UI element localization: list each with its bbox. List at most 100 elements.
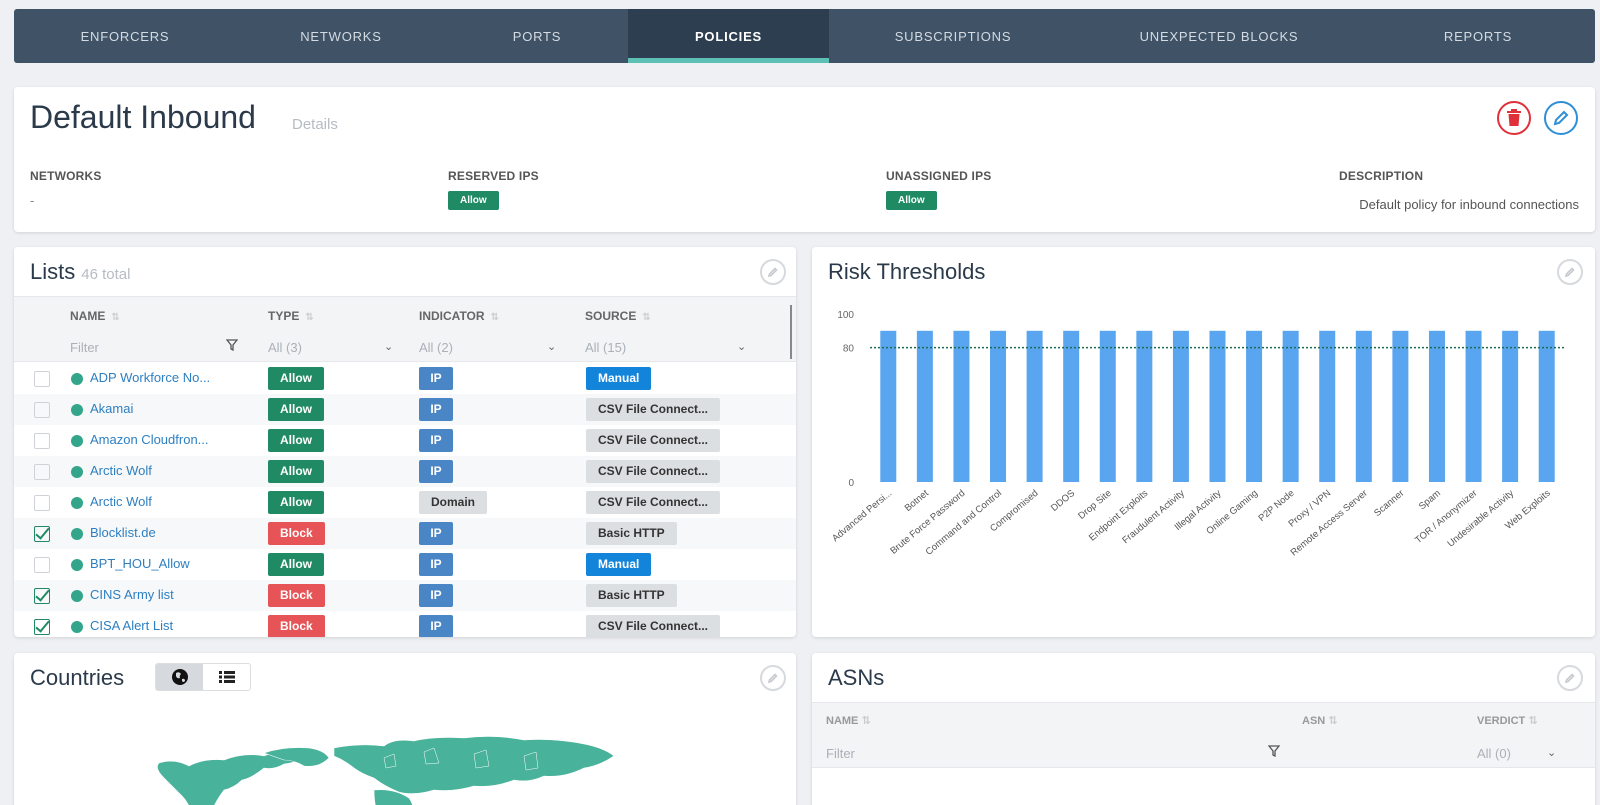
tab-subscriptions[interactable]: SUBSCRIPTIONS bbox=[829, 9, 1077, 63]
scrollbar[interactable] bbox=[790, 305, 792, 359]
table-row[interactable]: CINS Army list Block IP Basic HTTP bbox=[14, 580, 796, 611]
indicator-badge: IP bbox=[419, 553, 453, 576]
description-value: Default policy for inbound connections bbox=[1359, 197, 1579, 212]
filter-icon[interactable] bbox=[1268, 745, 1280, 757]
col-name[interactable]: NAME ⇅ bbox=[70, 309, 120, 323]
type-filter-select[interactable]: All (3) ⌄ bbox=[268, 340, 396, 355]
chart-bar bbox=[1319, 330, 1336, 482]
tab-policies[interactable]: POLICIES bbox=[628, 9, 829, 63]
lists-edit-icon[interactable] bbox=[760, 259, 786, 285]
verdict-filter-value: All (0) bbox=[1477, 746, 1511, 761]
globe-icon[interactable] bbox=[156, 664, 203, 690]
tab-networks[interactable]: NETWORKS bbox=[236, 9, 446, 63]
sort-icon: ⇅ bbox=[111, 312, 120, 323]
tab-ports[interactable]: PORTS bbox=[446, 9, 628, 63]
tab-reports[interactable]: REPORTS bbox=[1361, 9, 1595, 63]
unassigned-ips-badge: Allow bbox=[886, 191, 937, 210]
unassigned-ips-label: UNASSIGNED IPS bbox=[886, 169, 992, 183]
name-filter-input[interactable]: Filter bbox=[70, 340, 240, 355]
table-row[interactable]: Arctic Wolf Allow IP CSV File Connect... bbox=[14, 456, 796, 487]
x-tick-label: Fraudulent Activity bbox=[1120, 488, 1187, 546]
countries-edit-icon[interactable] bbox=[760, 665, 786, 691]
chart-bar bbox=[1538, 330, 1555, 482]
chart-bar bbox=[1063, 330, 1080, 482]
list-name-link[interactable]: Akamai bbox=[90, 401, 133, 416]
reserved-ips-badge: Allow bbox=[448, 191, 499, 210]
list-name-link[interactable]: CINS Army list bbox=[90, 587, 174, 602]
list-name-link[interactable]: CISA Alert List bbox=[90, 618, 173, 633]
details-link[interactable]: Details bbox=[292, 116, 338, 133]
verdict-filter-select[interactable]: All (0) ⌄ bbox=[1477, 746, 1557, 761]
chart-bar bbox=[1136, 330, 1153, 482]
type-badge: Block bbox=[268, 584, 325, 607]
risk-edit-icon[interactable] bbox=[1557, 259, 1583, 285]
networks-label: NETWORKS bbox=[30, 169, 102, 183]
filter-icon[interactable] bbox=[226, 339, 238, 351]
table-row[interactable]: Amazon Cloudfron... Allow IP CSV File Co… bbox=[14, 425, 796, 456]
list-name-link[interactable]: Arctic Wolf bbox=[90, 494, 152, 509]
trash-icon[interactable] bbox=[1497, 101, 1531, 135]
row-checkbox[interactable] bbox=[34, 371, 50, 387]
list-icon[interactable] bbox=[203, 664, 250, 690]
y-tick-label: 80 bbox=[843, 344, 855, 355]
status-dot bbox=[71, 559, 83, 571]
indicator-badge: IP bbox=[419, 398, 453, 421]
tab-unexpected-blocks[interactable]: UNEXPECTED BLOCKS bbox=[1077, 9, 1361, 63]
table-row[interactable]: Akamai Allow IP CSV File Connect... bbox=[14, 394, 796, 425]
type-badge: Block bbox=[268, 615, 325, 637]
list-name-link[interactable]: Arctic Wolf bbox=[90, 463, 152, 478]
table-row[interactable]: Arctic Wolf Allow Domain CSV File Connec… bbox=[14, 487, 796, 518]
row-checkbox[interactable] bbox=[34, 588, 50, 604]
col-verdict[interactable]: VERDICT ⇅ bbox=[1477, 714, 1538, 727]
table-row[interactable]: CISA Alert List Block IP CSV File Connec… bbox=[14, 611, 796, 637]
chevron-down-icon: ⌄ bbox=[384, 341, 394, 353]
tab-enforcers[interactable]: ENFORCERS bbox=[14, 9, 236, 63]
indicator-filter-select[interactable]: All (2) ⌄ bbox=[419, 340, 559, 355]
source-badge: Manual bbox=[586, 553, 652, 576]
row-checkbox[interactable] bbox=[34, 619, 50, 635]
indicator-badge: Domain bbox=[419, 491, 488, 514]
chart-bar bbox=[1172, 330, 1189, 482]
sort-icon: ⇅ bbox=[642, 312, 651, 323]
col-type[interactable]: TYPE ⇅ bbox=[268, 309, 314, 323]
col-asn-name[interactable]: NAME ⇅ bbox=[826, 714, 871, 727]
col-asn[interactable]: ASN ⇅ bbox=[1302, 714, 1338, 727]
source-filter-select[interactable]: All (15) ⌄ bbox=[585, 340, 749, 355]
col-verdict-label: VERDICT bbox=[1477, 715, 1526, 727]
list-name-link[interactable]: Blocklist.de bbox=[90, 525, 156, 540]
table-row[interactable]: BPT_HOU_Allow Allow IP Manual bbox=[14, 549, 796, 580]
col-indicator[interactable]: INDICATOR ⇅ bbox=[419, 309, 499, 323]
row-checkbox[interactable] bbox=[34, 464, 50, 480]
chart-bar bbox=[1465, 330, 1482, 482]
list-name-link[interactable]: ADP Workforce No... bbox=[90, 370, 210, 385]
list-name-link[interactable]: Amazon Cloudfron... bbox=[90, 432, 209, 447]
policy-title: Default Inbound bbox=[30, 99, 256, 135]
asn-name-filter-input[interactable]: Filter bbox=[826, 746, 1256, 761]
sort-icon: ⇅ bbox=[305, 312, 314, 323]
status-dot bbox=[71, 528, 83, 540]
x-tick-label: Scanner bbox=[1372, 488, 1406, 519]
asns-table-header: NAME ⇅ ASN ⇅ VERDICT ⇅ Filter All (0) ⌄ bbox=[812, 702, 1595, 768]
status-dot bbox=[71, 497, 83, 509]
col-source[interactable]: SOURCE ⇅ bbox=[585, 309, 651, 323]
type-filter-value: All (3) bbox=[268, 340, 302, 355]
table-row[interactable]: Blocklist.de Block IP Basic HTTP bbox=[14, 518, 796, 549]
col-name-label: NAME bbox=[70, 309, 106, 323]
row-checkbox[interactable] bbox=[34, 557, 50, 573]
sort-icon: ⇅ bbox=[490, 312, 499, 323]
asn-filter-placeholder: Filter bbox=[826, 746, 855, 761]
y-tick-label: 100 bbox=[837, 310, 854, 321]
type-badge: Allow bbox=[268, 553, 324, 576]
row-checkbox[interactable] bbox=[34, 433, 50, 449]
asns-edit-icon[interactable] bbox=[1557, 665, 1583, 691]
row-checkbox[interactable] bbox=[34, 495, 50, 511]
y-tick-label: 0 bbox=[848, 478, 854, 489]
list-name-link[interactable]: BPT_HOU_Allow bbox=[90, 556, 190, 571]
sort-icon: ⇅ bbox=[861, 715, 871, 727]
world-map[interactable] bbox=[134, 708, 634, 805]
row-checkbox[interactable] bbox=[34, 526, 50, 542]
table-row[interactable]: ADP Workforce No... Allow IP Manual bbox=[14, 363, 796, 394]
row-checkbox[interactable] bbox=[34, 402, 50, 418]
chart-bar bbox=[1502, 330, 1519, 482]
pencil-icon[interactable] bbox=[1544, 101, 1578, 135]
